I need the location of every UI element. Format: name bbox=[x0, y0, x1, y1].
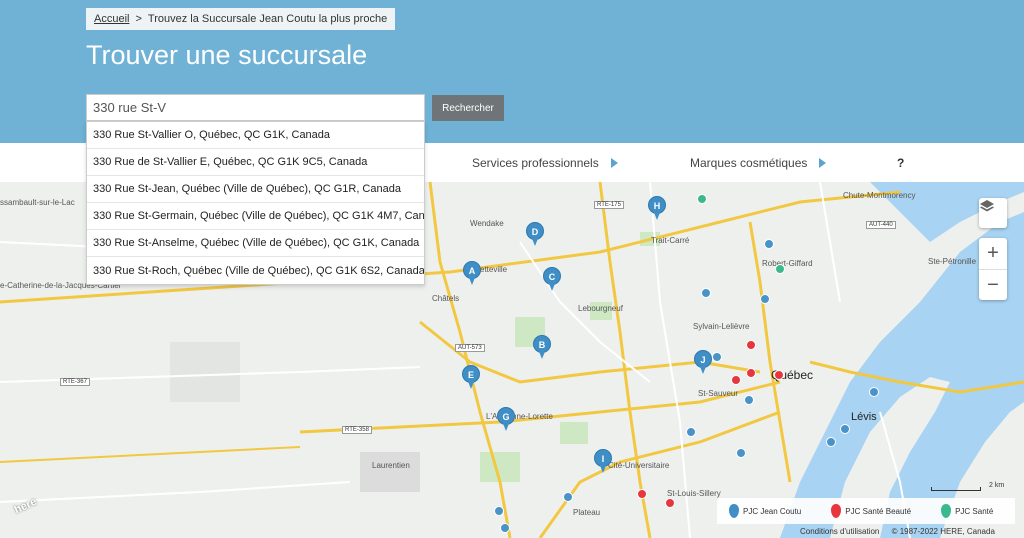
store-pin-b[interactable]: B bbox=[533, 335, 551, 359]
store-dot-beaute[interactable] bbox=[665, 498, 675, 508]
store-dot-coutu[interactable] bbox=[764, 239, 774, 249]
triangle-right-icon bbox=[610, 157, 618, 168]
place-label: Plateau bbox=[573, 508, 601, 517]
road-shield: RTE-358 bbox=[342, 426, 372, 434]
place-label: Robert-Giffard bbox=[762, 259, 813, 268]
store-dot-coutu[interactable] bbox=[494, 506, 504, 516]
place-label: Ste-Pétronille bbox=[928, 257, 977, 266]
pin-icon bbox=[941, 504, 952, 518]
layers-button[interactable] bbox=[979, 198, 1007, 228]
road-shield: RTE-175 bbox=[594, 201, 624, 209]
layers-icon bbox=[980, 200, 994, 212]
store-pin-g[interactable]: G bbox=[497, 407, 515, 431]
store-dot-beaute[interactable] bbox=[637, 489, 647, 499]
breadcrumb-separator: > bbox=[135, 13, 142, 25]
place-label: Chute-Montmorency bbox=[843, 191, 916, 200]
place-label: Châtels bbox=[432, 294, 460, 303]
store-dot-coutu[interactable] bbox=[500, 523, 510, 533]
marques-label: Marques cosmétiques bbox=[690, 155, 808, 170]
map-copyright: © 1987-2022 HERE, Canada bbox=[891, 527, 995, 536]
suggestion-item[interactable]: 330 Rue St-Vallier O, Québec, QC G1K, Ca… bbox=[87, 122, 424, 149]
pin-icon bbox=[729, 504, 739, 518]
store-dot-coutu[interactable] bbox=[869, 387, 879, 397]
conditions-link[interactable]: Conditions d'utilisation bbox=[800, 527, 879, 536]
place-label: Trait-Carré bbox=[651, 236, 690, 245]
legend-beaute: PJC Santé Beauté bbox=[831, 504, 911, 518]
store-pin-c[interactable]: C bbox=[543, 267, 561, 291]
road-shield: RTE-367 bbox=[60, 378, 90, 386]
place-label: Lebourgneuf bbox=[578, 304, 623, 313]
map-footer: Conditions d'utilisation © 1987-2022 HER… bbox=[800, 527, 995, 536]
pin-icon bbox=[831, 504, 842, 518]
suggestion-item[interactable]: 330 Rue de St-Vallier E, Québec, QC G1K … bbox=[87, 149, 424, 176]
store-dot-coutu[interactable] bbox=[760, 294, 770, 304]
address-suggestions: 330 Rue St-Vallier O, Québec, QC G1K, Ca… bbox=[86, 121, 425, 285]
store-dot-beaute[interactable] bbox=[731, 375, 741, 385]
store-dot-sante[interactable] bbox=[697, 194, 707, 204]
services-label: Services professionnels bbox=[472, 155, 599, 170]
zoom-in-button[interactable]: + bbox=[979, 238, 1007, 269]
store-dot-coutu[interactable] bbox=[701, 288, 711, 298]
place-label: ssambault-sur-le-Lac bbox=[0, 198, 75, 207]
store-dot-beaute[interactable] bbox=[746, 340, 756, 350]
scale-label: 2 km bbox=[989, 482, 1005, 489]
services-menu[interactable]: Services professionnels bbox=[472, 143, 618, 182]
store-dot-beaute[interactable] bbox=[774, 370, 784, 380]
store-pin-e[interactable]: E bbox=[462, 365, 480, 389]
store-dot-coutu[interactable] bbox=[826, 437, 836, 447]
zoom-out-button[interactable]: − bbox=[979, 270, 1007, 301]
legend-coutu: PJC Jean Coutu bbox=[729, 504, 801, 518]
store-pin-i[interactable]: I bbox=[594, 449, 612, 473]
search-input[interactable] bbox=[86, 94, 425, 121]
store-dot-coutu[interactable] bbox=[840, 424, 850, 434]
triangle-right-icon bbox=[819, 157, 827, 168]
place-label: St-Louis-Sillery bbox=[667, 489, 721, 498]
suggestion-item[interactable]: 330 Rue St-Jean, Québec (Ville de Québec… bbox=[87, 176, 424, 203]
store-dot-coutu[interactable] bbox=[736, 448, 746, 458]
place-label: Sylvain-Lelièvre bbox=[693, 322, 750, 331]
search-button[interactable]: Rechercher bbox=[432, 95, 504, 121]
place-label: Laurentien bbox=[372, 461, 410, 470]
suggestion-item[interactable]: 330 Rue St-Anselme, Québec (Ville de Qué… bbox=[87, 230, 424, 257]
breadcrumb-current: Trouvez la Succursale Jean Coutu la plus… bbox=[147, 13, 388, 25]
store-dot-coutu[interactable] bbox=[712, 352, 722, 362]
place-label: Cité-Universitaire bbox=[608, 461, 670, 470]
breadcrumb-home-link[interactable]: Accueil bbox=[94, 13, 129, 25]
place-label: St-Sauveur bbox=[698, 389, 739, 398]
store-dot-sante[interactable] bbox=[775, 264, 785, 274]
road-shield: AUT-440 bbox=[866, 221, 896, 229]
place-label: Wendake bbox=[470, 219, 504, 228]
store-pin-a[interactable]: A bbox=[463, 261, 481, 285]
store-pin-d[interactable]: D bbox=[526, 222, 544, 246]
store-dot-coutu[interactable] bbox=[563, 492, 573, 502]
store-dot-coutu[interactable] bbox=[686, 427, 696, 437]
legend-sante: PJC Santé bbox=[941, 504, 993, 518]
breadcrumb: Accueil > Trouvez la Succursale Jean Cou… bbox=[86, 8, 396, 30]
suggestion-item[interactable]: 330 Rue St-Germain, Québec (Ville de Qué… bbox=[87, 203, 424, 230]
store-dot-coutu[interactable] bbox=[744, 395, 754, 405]
store-pin-j[interactable]: J bbox=[694, 350, 712, 374]
zoom-controls: + − bbox=[979, 238, 1007, 300]
map-legend: PJC Jean Coutu PJC Santé Beauté PJC Sant… bbox=[717, 498, 1015, 524]
page-title: Trouver une succursale bbox=[86, 40, 368, 70]
place-label: Lévis bbox=[851, 411, 877, 423]
help-button[interactable]: ? bbox=[897, 143, 904, 182]
store-pin-h[interactable]: H bbox=[648, 196, 666, 220]
suggestion-item[interactable]: 330 Rue St-Roch, Québec (Ville de Québec… bbox=[87, 257, 424, 284]
place-label: etteville bbox=[480, 265, 508, 274]
store-dot-beaute[interactable] bbox=[746, 368, 756, 378]
marques-menu[interactable]: Marques cosmétiques bbox=[690, 143, 827, 182]
road-shield: AUT-573 bbox=[455, 344, 485, 352]
